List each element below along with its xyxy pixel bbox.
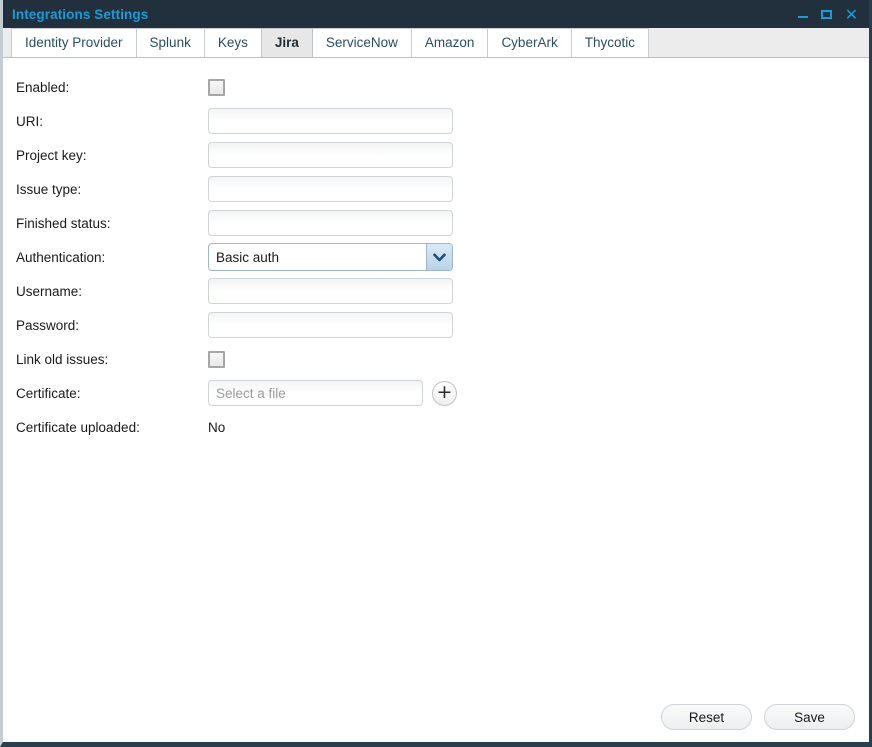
enabled-label: Enabled: <box>16 80 208 95</box>
authentication-label: Authentication: <box>16 250 208 265</box>
link-old-issues-label: Link old issues: <box>16 352 208 367</box>
tab-splunk[interactable]: Splunk <box>136 28 205 57</box>
certificate-file-input[interactable] <box>208 380 423 406</box>
link-old-issues-field <box>208 351 225 368</box>
issue-type-input[interactable] <box>208 176 453 202</box>
finished-status-label: Finished status: <box>16 216 208 231</box>
project-key-field <box>208 142 453 168</box>
uri-label: URI: <box>16 114 208 129</box>
certificate-uploaded-field: No <box>208 420 225 435</box>
minimize-icon[interactable] <box>796 7 811 22</box>
row-certificate: Certificate: + <box>16 376 869 410</box>
finished-status-field <box>208 210 453 236</box>
tab-cyberark[interactable]: CyberArk <box>487 28 571 57</box>
maximize-icon[interactable] <box>820 7 835 22</box>
enabled-checkbox[interactable] <box>208 79 225 96</box>
username-input[interactable] <box>208 278 453 304</box>
password-field <box>208 312 453 338</box>
uri-field <box>208 108 453 134</box>
row-username: Username: <box>16 274 869 308</box>
close-icon[interactable]: ✕ <box>844 7 859 22</box>
certificate-uploaded-label: Certificate uploaded: <box>16 420 208 435</box>
tab-jira[interactable]: Jira <box>261 28 313 57</box>
issue-type-label: Issue type: <box>16 182 208 197</box>
title-bar: Integrations Settings ✕ <box>3 0 869 28</box>
uri-input[interactable] <box>208 108 453 134</box>
row-certificate-uploaded: Certificate uploaded: No <box>16 410 869 444</box>
enabled-field <box>208 79 225 96</box>
row-link-old-issues: Link old issues: <box>16 342 869 376</box>
integrations-settings-window: Integrations Settings ✕ Identity Provide… <box>0 0 872 747</box>
plus-icon[interactable]: + <box>432 381 457 406</box>
window-title: Integrations Settings <box>12 7 148 22</box>
row-authentication: Authentication: Basic auth <box>16 240 869 274</box>
tab-keys[interactable]: Keys <box>204 28 262 57</box>
project-key-label: Project key: <box>16 148 208 163</box>
row-password: Password: <box>16 308 869 342</box>
tab-strip: Identity Provider Splunk Keys Jira Servi… <box>3 28 869 58</box>
password-input[interactable] <box>208 312 453 338</box>
row-uri: URI: <box>16 104 869 138</box>
row-issue-type: Issue type: <box>16 172 869 206</box>
footer-actions: Reset Save <box>661 704 855 730</box>
jira-settings-form: Enabled: URI: Project key: Issue type: <box>3 70 869 444</box>
finished-status-input[interactable] <box>208 210 453 236</box>
tab-panel-jira: Enabled: URI: Project key: Issue type: <box>3 58 869 742</box>
row-enabled: Enabled: <box>16 70 869 104</box>
certificate-uploaded-value: No <box>208 420 225 435</box>
authentication-selected-value: Basic auth <box>209 250 426 265</box>
chevron-down-icon[interactable] <box>426 244 452 270</box>
tab-servicenow[interactable]: ServiceNow <box>312 28 412 57</box>
reset-button[interactable]: Reset <box>661 704 752 730</box>
tab-thycotic[interactable]: Thycotic <box>571 28 649 57</box>
tab-amazon[interactable]: Amazon <box>411 28 489 57</box>
tab-identity-provider[interactable]: Identity Provider <box>11 28 137 57</box>
save-button[interactable]: Save <box>764 704 855 730</box>
username-field <box>208 278 453 304</box>
window-controls: ✕ <box>796 7 863 22</box>
authentication-field: Basic auth <box>208 243 453 271</box>
row-project-key: Project key: <box>16 138 869 172</box>
password-label: Password: <box>16 318 208 333</box>
issue-type-field <box>208 176 453 202</box>
certificate-label: Certificate: <box>16 386 208 401</box>
authentication-select[interactable]: Basic auth <box>208 243 453 271</box>
project-key-input[interactable] <box>208 142 453 168</box>
username-label: Username: <box>16 284 208 299</box>
certificate-field: + <box>208 380 457 406</box>
row-finished-status: Finished status: <box>16 206 869 240</box>
link-old-issues-checkbox[interactable] <box>208 351 225 368</box>
